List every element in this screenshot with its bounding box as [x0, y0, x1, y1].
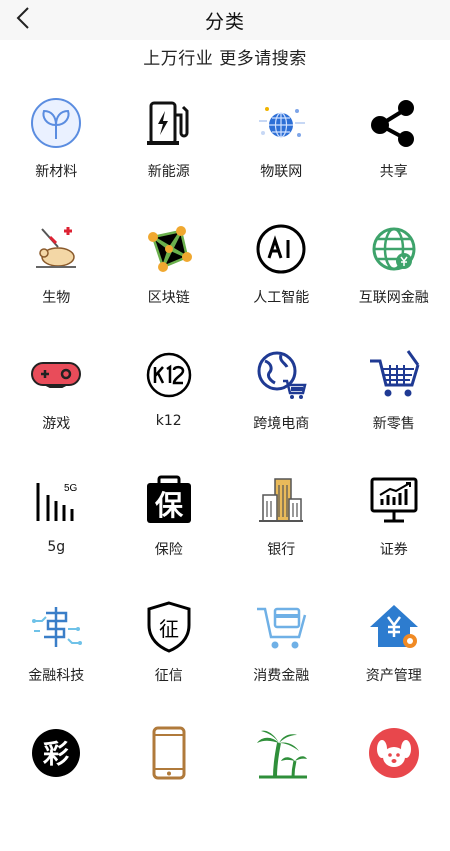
pet-dog-icon — [366, 725, 422, 781]
smartphone-icon — [141, 725, 197, 781]
category-asset-management[interactable]: 资产管理 — [338, 599, 450, 725]
sprout-circle-icon — [28, 95, 84, 151]
fintech-icon — [28, 599, 84, 655]
category-label: 5g — [47, 539, 65, 555]
palm-tree-icon — [253, 725, 309, 781]
category-new-energy[interactable]: 新能源 — [113, 95, 226, 221]
category-label: 资产管理 — [366, 665, 422, 685]
category-label: 保险 — [155, 539, 183, 559]
category-games[interactable]: 游戏 — [0, 347, 113, 473]
category-iot[interactable]: 物联网 — [225, 95, 338, 221]
category-new-retail[interactable]: 新零售 — [338, 347, 450, 473]
category-label: 物联网 — [260, 161, 302, 181]
category-label: 新材料 — [35, 161, 77, 181]
page-title: 分类 — [205, 7, 245, 34]
svg-text:彩: 彩 — [42, 740, 69, 770]
blockchain-icon — [141, 221, 197, 277]
category-label: k12 — [156, 413, 182, 429]
bank-building-icon — [253, 473, 309, 529]
category-new-materials[interactable]: 新材料 — [0, 95, 113, 221]
category-label: 征信 — [155, 665, 183, 685]
category-label: 金融科技 — [28, 665, 84, 685]
cart-card-icon — [253, 599, 309, 655]
chevron-left-icon — [14, 6, 34, 30]
category-cross-border-ecommerce[interactable]: 跨境电商 — [225, 347, 338, 473]
category-internet-finance[interactable]: 互联网金融 — [338, 221, 450, 347]
category-label: 银行 — [267, 539, 295, 559]
share-icon — [366, 95, 422, 151]
back-button[interactable] — [10, 4, 38, 32]
credit-shield-icon: 征 — [141, 599, 197, 655]
ai-icon — [253, 221, 309, 277]
svg-text:5G: 5G — [64, 483, 78, 494]
k12-icon — [141, 347, 197, 403]
category-label: 新能源 — [148, 161, 190, 181]
svg-text:保: 保 — [155, 489, 184, 522]
globe-yen-icon — [366, 221, 422, 277]
svg-text:征: 征 — [159, 617, 179, 641]
category-biology[interactable]: 生物 — [0, 221, 113, 347]
category-k12[interactable]: k12 — [113, 347, 226, 473]
category-label: 证券 — [380, 539, 408, 559]
category-tourism[interactable] — [225, 725, 338, 851]
globe-network-icon — [253, 95, 309, 151]
category-label: 新零售 — [373, 413, 415, 433]
insurance-icon: 保 — [141, 473, 197, 529]
category-pets[interactable] — [338, 725, 450, 851]
navigation-bar: 分类 — [0, 0, 450, 40]
charging-station-icon — [141, 95, 197, 151]
category-lottery[interactable]: 彩 — [0, 725, 113, 851]
globe-cart-icon — [253, 347, 309, 403]
house-yen-icon — [366, 599, 422, 655]
category-sharing[interactable]: 共享 — [338, 95, 450, 221]
category-label: 游戏 — [42, 413, 70, 433]
category-label: 区块链 — [148, 287, 190, 307]
category-insurance[interactable]: 保 保险 — [113, 473, 226, 599]
gamepad-icon — [28, 347, 84, 403]
category-consumer-finance[interactable]: 消费金融 — [225, 599, 338, 725]
category-bank[interactable]: 银行 — [225, 473, 338, 599]
category-label: 共享 — [380, 161, 408, 181]
category-label: 互联网金融 — [359, 287, 429, 307]
category-ai[interactable]: 人工智能 — [225, 221, 338, 347]
category-blockchain[interactable]: 区块链 — [113, 221, 226, 347]
category-label: 消费金融 — [253, 665, 309, 685]
lottery-icon: 彩 — [28, 725, 84, 781]
search-hint[interactable]: 上万行业 更多请搜索 — [0, 44, 450, 69]
category-securities[interactable]: 证券 — [338, 473, 450, 599]
category-credit-reporting[interactable]: 征 征信 — [113, 599, 226, 725]
category-fintech[interactable]: 金融科技 — [0, 599, 113, 725]
category-label: 跨境电商 — [253, 413, 309, 433]
category-label: 人工智能 — [253, 287, 309, 307]
shopping-cart-icon — [366, 347, 422, 403]
category-mobile[interactable] — [113, 725, 226, 851]
category-5g[interactable]: 5G 5g — [0, 473, 113, 599]
signal-5g-icon: 5G — [28, 473, 84, 529]
lab-mouse-icon — [28, 221, 84, 277]
category-label: 生物 — [42, 287, 70, 307]
stock-monitor-icon — [366, 473, 422, 529]
category-grid: 新材料 新能源 物联网 — [0, 95, 450, 851]
